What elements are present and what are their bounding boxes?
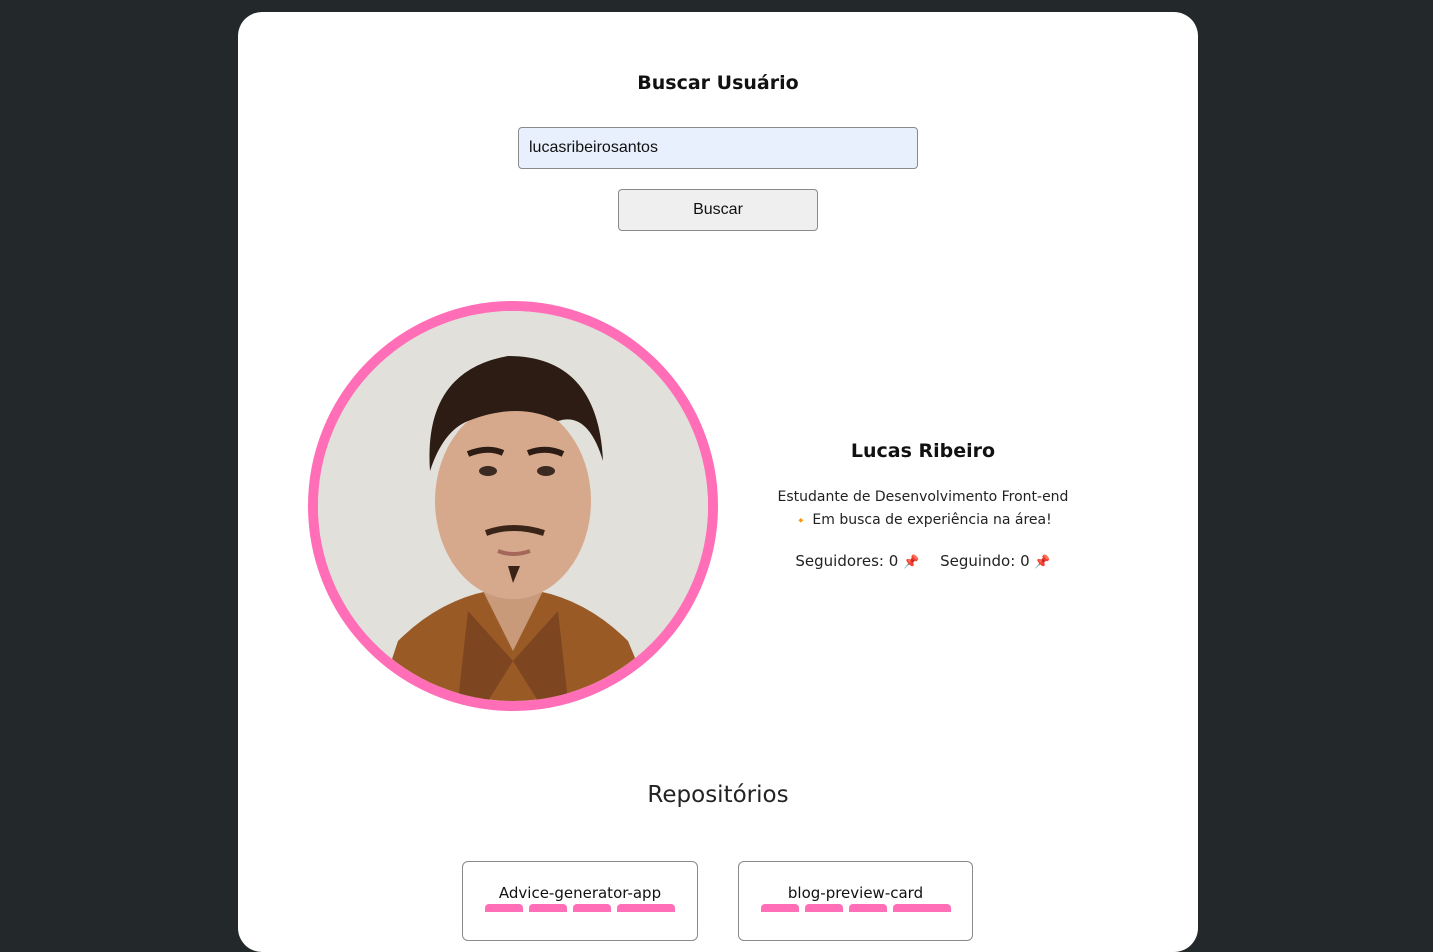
repo-tag: [529, 904, 567, 912]
repo-card[interactable]: blog-preview-card: [738, 861, 973, 941]
repo-tag: [760, 904, 799, 912]
repo-card[interactable]: Advice-generator-app: [462, 861, 698, 941]
repo-tag: [848, 904, 887, 912]
repo-tag: [892, 904, 951, 912]
profile-name: Lucas Ribeiro: [850, 440, 996, 462]
repo-tag: [617, 904, 675, 912]
profile-stats: Seguidores: 0 📌 Seguindo: 0 📌: [728, 552, 1118, 570]
profile-photo: [318, 311, 708, 701]
following-count: 0: [1020, 552, 1030, 570]
followers-stat: Seguidores: 0 📌: [795, 552, 919, 570]
following-stat: Seguindo: 0 📌: [940, 552, 1051, 570]
repo-tag: [485, 904, 523, 912]
repo-tags: [739, 904, 972, 912]
repo-tags: [463, 904, 697, 912]
following-label: Seguindo:: [940, 552, 1016, 570]
search-button[interactable]: Buscar: [618, 189, 818, 231]
repo-tag: [804, 904, 843, 912]
repo-name[interactable]: blog-preview-card: [739, 884, 972, 902]
pushpin-icon: 📌: [1034, 555, 1051, 570]
bio-line-2: 🔸 Em busca de experiência na área!: [728, 509, 1118, 532]
search-title: Buscar Usuário: [637, 72, 799, 94]
orange-diamond-icon: 🔸: [794, 514, 808, 527]
repo-tag: [573, 904, 611, 912]
repositories-title: Repositórios: [647, 782, 789, 808]
followers-count: 0: [888, 552, 899, 570]
bio-line-2-text: Em busca de experiência na área!: [812, 512, 1052, 528]
main-card: Buscar Usuário Buscar Lucas Ribeiro Estu…: [238, 12, 1198, 952]
profile-avatar: [308, 301, 718, 711]
bio-line-1: Estudante de Desenvolvimento Front-end: [777, 489, 1069, 505]
pushpin-icon: 📌: [903, 555, 920, 570]
followers-label: Seguidores:: [795, 552, 884, 570]
repo-name[interactable]: Advice-generator-app: [463, 884, 697, 902]
profile-bio: Estudante de Desenvolvimento Front-end 🔸…: [728, 486, 1118, 532]
username-search-input[interactable]: [518, 127, 918, 169]
